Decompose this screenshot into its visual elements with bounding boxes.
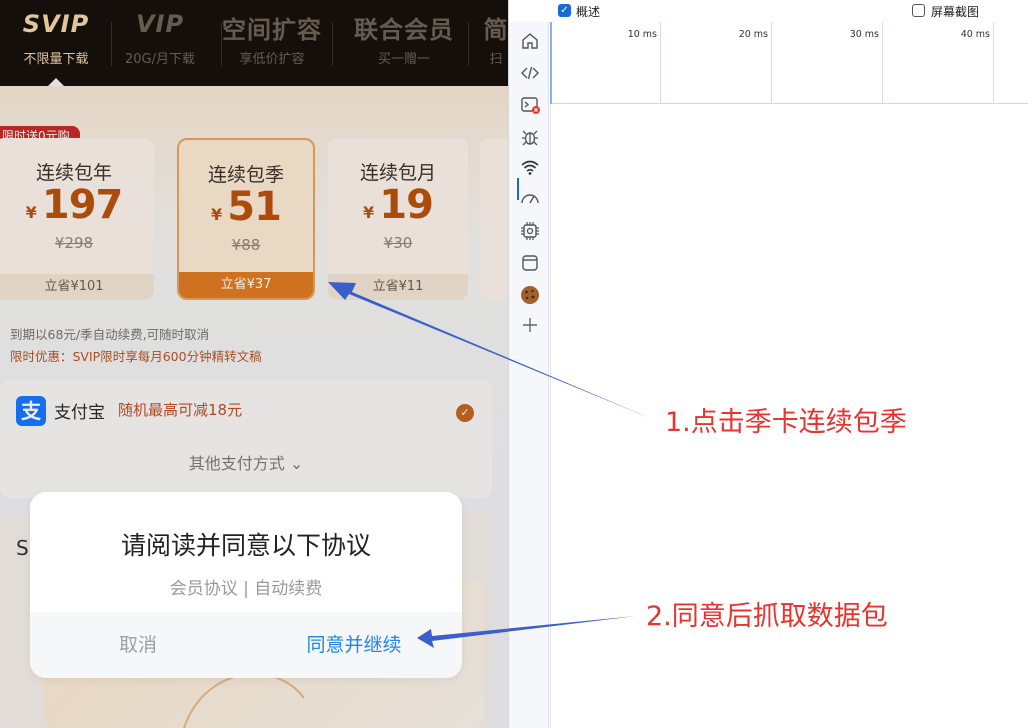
agreement-dialog: 请阅读并同意以下协议 会员协议 | 自动续费 取消 同意并继续 — [30, 492, 462, 678]
mobile-page: SVIP 不限量下载 VIP 20G/月下载 空间扩容 享低价扩容 联合会员 买… — [0, 0, 508, 728]
cookie-icon[interactable] — [519, 284, 541, 306]
screenshot-root: SVIP 不限量下载 VIP 20G/月下载 空间扩容 享低价扩容 联合会员 买… — [0, 0, 1028, 728]
console-icon[interactable] — [519, 94, 541, 116]
code-icon[interactable] — [519, 62, 541, 84]
annotation-step-2: 2.同意后抓取数据包 — [646, 601, 888, 632]
overview-label: 概述 — [576, 5, 601, 19]
performance-icon[interactable] — [519, 188, 541, 210]
plus-icon[interactable] — [519, 314, 541, 336]
timeline-gridline — [660, 22, 661, 104]
timeline-tick-label: 30 ms — [849, 29, 879, 40]
network-timeline-overview[interactable]: 10 ms 20 ms 30 ms 40 ms — [550, 22, 1028, 104]
agree-continue-button[interactable]: 同意并继续 — [246, 612, 462, 678]
home-icon[interactable] — [519, 30, 541, 52]
screenshot-checkbox[interactable] — [912, 4, 925, 17]
agreement-links[interactable]: 会员协议 | 自动续费 — [30, 574, 462, 599]
bug-icon[interactable] — [519, 126, 541, 148]
devtools-toolbar: ✓ 概述 屏幕截图 — [509, 0, 1028, 22]
timeline-gridline — [882, 22, 883, 104]
timeline-gridline — [993, 22, 994, 104]
screenshot-label: 屏幕截图 — [931, 5, 980, 19]
dialog-title: 请阅读并同意以下协议 — [120, 531, 371, 560]
application-icon[interactable] — [519, 252, 541, 274]
timeline-tick-label: 40 ms — [960, 29, 990, 40]
devtools-activity-bar — [509, 22, 549, 728]
annotation-step-1: 1.点击季卡连续包季 — [665, 407, 907, 438]
timeline-start-marker[interactable] — [550, 22, 552, 104]
timeline-tick-label: 10 ms — [627, 29, 657, 40]
cancel-button[interactable]: 取消 — [30, 612, 246, 678]
cpu-icon[interactable] — [519, 220, 541, 242]
timeline-gridline — [771, 22, 772, 104]
network-wifi-icon[interactable] — [519, 156, 541, 178]
dialog-footer: 取消 同意并继续 — [30, 612, 462, 678]
overview-checkbox[interactable]: ✓ — [558, 4, 571, 17]
timeline-tick-label: 20 ms — [738, 29, 768, 40]
request-list-border — [550, 104, 551, 728]
